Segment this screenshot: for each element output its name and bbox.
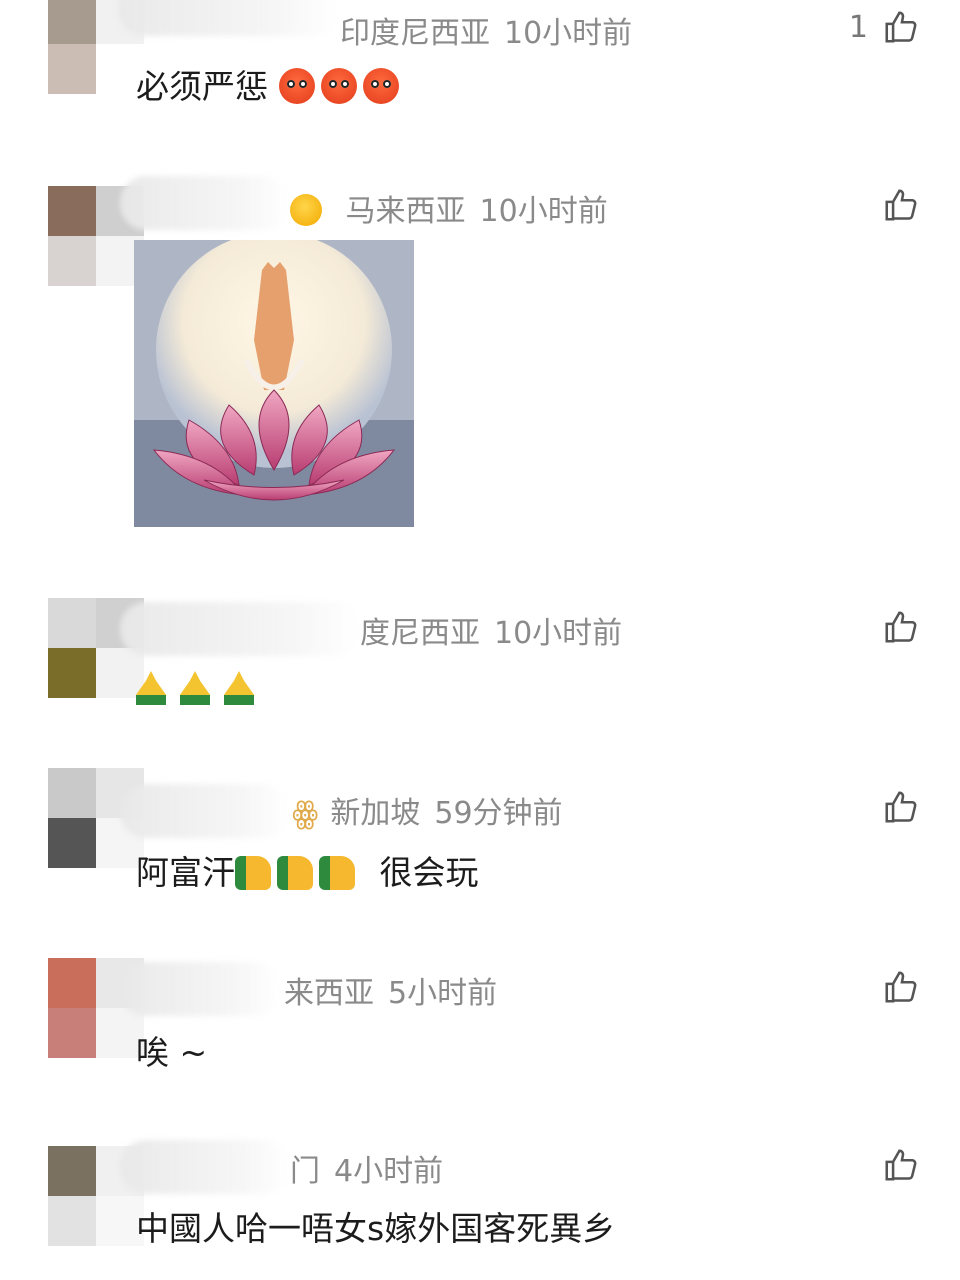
location-label: 新加坡: [330, 796, 421, 831]
comment-meta: ꙮ 新加坡 59分钟前: [292, 796, 563, 831]
time-label: 10小时前: [504, 16, 633, 51]
like-button[interactable]: [882, 608, 920, 646]
username-redaction: [118, 0, 338, 36]
comment-text: [136, 668, 268, 707]
username-redaction: [120, 1140, 290, 1194]
time-label: 4小时前: [334, 1154, 444, 1189]
like-count: 1: [848, 9, 868, 45]
like-button[interactable]: [882, 968, 920, 1006]
thumbs-up-icon: [235, 856, 271, 890]
thumbs-up-icon: [277, 856, 313, 890]
folded-hands-icon: [136, 671, 166, 705]
like-button[interactable]: 1: [849, 8, 920, 46]
comment-text: 唉 ~: [136, 1033, 208, 1072]
comment-meta: 度尼西亚 10小时前: [360, 608, 636, 652]
thumbs-up-outline-icon: [885, 971, 917, 1003]
time-label: 5小时前: [388, 976, 498, 1011]
username-redaction: [120, 784, 290, 838]
username-redaction: [120, 176, 290, 230]
comment-item: 印度尼西亚 10小时前 1 必须严惩: [0, 0, 960, 140]
comment-text: 阿富汗 很会玩: [136, 853, 479, 892]
angry-face-icon: [278, 68, 315, 104]
time-label: 10小时前: [494, 616, 623, 651]
comment-meta: 马来西亚 10小时前: [290, 186, 622, 230]
comment-text: 中國人哈一唔女s嫁外国客死異乡: [136, 1209, 616, 1248]
location-label: 印度尼西亚: [340, 16, 490, 51]
comment-meta: 来西亚 5小时前: [284, 968, 511, 1012]
location-label: 马来西亚: [345, 194, 466, 229]
thumbs-up-outline-icon: [885, 791, 917, 823]
time-label: 10小时前: [479, 194, 608, 229]
comment-meta: 印度尼西亚 10小时前: [340, 8, 646, 52]
comment-text: 必须严惩: [136, 60, 405, 108]
comment-image[interactable]: [134, 240, 414, 527]
praying-hands-lotus-painting: [134, 240, 414, 527]
username-redaction: [120, 602, 360, 656]
time-label: 59分钟前: [434, 796, 563, 831]
username-redaction: [120, 962, 280, 1016]
location-label: 度尼西亚: [360, 616, 480, 651]
thumbs-up-outline-icon: [885, 189, 917, 221]
location-label: 门: [290, 1154, 320, 1189]
folded-hands-icon: [224, 671, 254, 705]
like-button[interactable]: [882, 788, 920, 826]
folded-hands-icon: [180, 671, 210, 705]
thumbs-up-outline-icon: [885, 11, 917, 43]
angry-face-icon: [362, 68, 399, 104]
like-button[interactable]: [882, 186, 920, 224]
thumbs-up-icon: [319, 856, 355, 890]
location-label: 来西亚: [284, 976, 374, 1011]
comment-meta: 门 4小时前: [290, 1146, 457, 1190]
thumbs-up-outline-icon: [885, 611, 917, 643]
angry-face-icon: [320, 68, 357, 104]
like-button[interactable]: [882, 1146, 920, 1184]
thumbs-up-outline-icon: [885, 1149, 917, 1181]
thinking-face-icon: [290, 194, 322, 226]
